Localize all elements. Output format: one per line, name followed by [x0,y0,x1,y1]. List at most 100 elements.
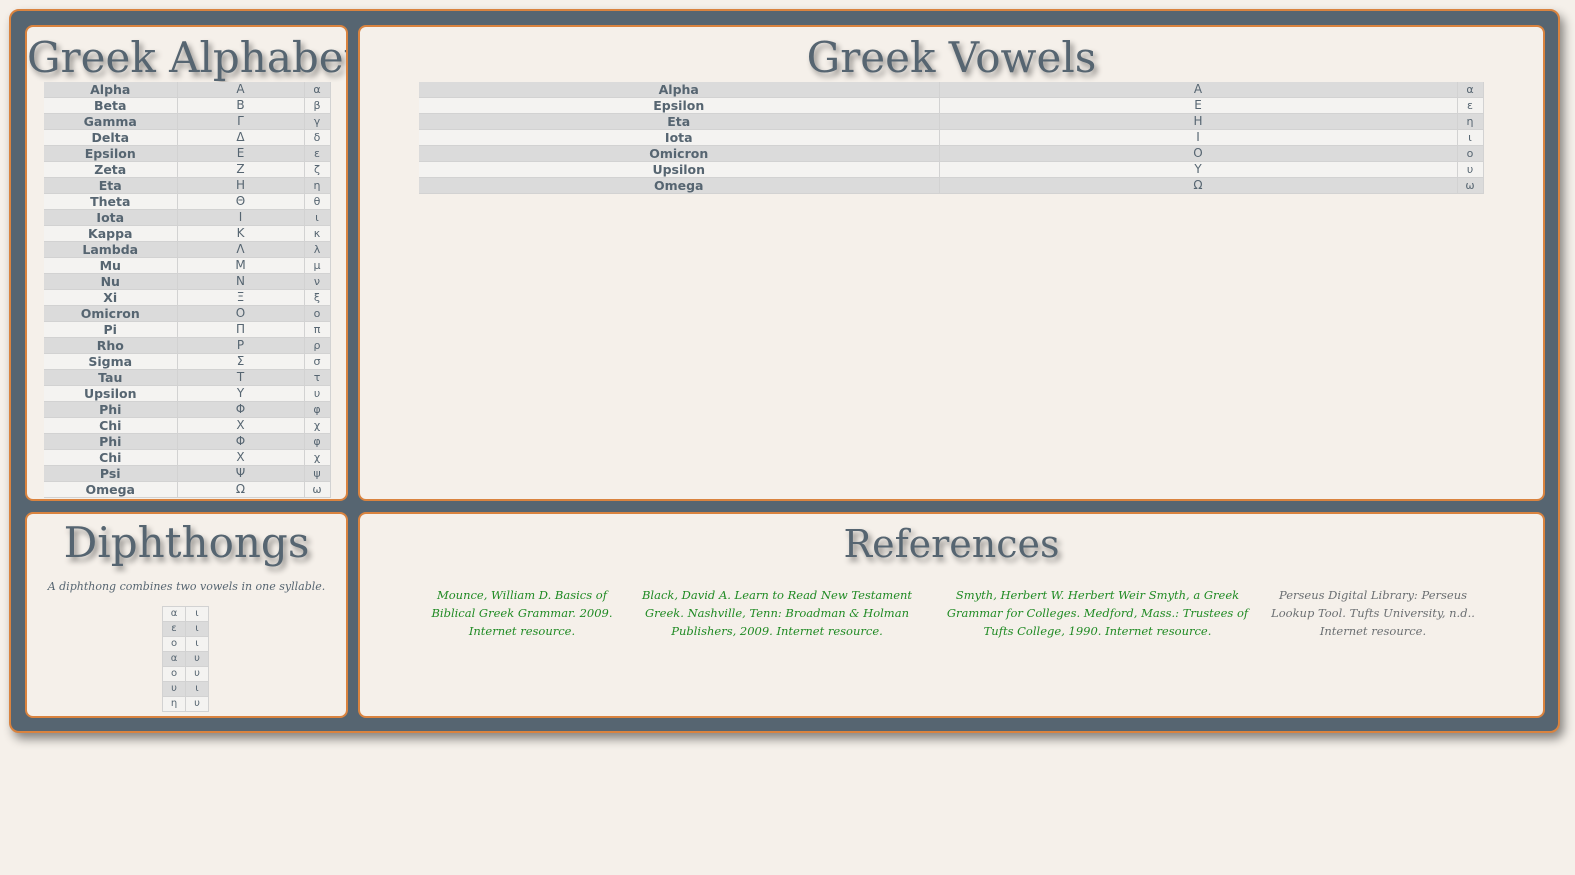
lowercase-letter: ο [304,305,331,322]
diphthong-second-vowel: υ [185,666,209,682]
diphthong-row: ει [162,621,209,637]
letter-row: Theta Θθ [44,193,331,210]
diphthong-first-vowel: ε [162,621,186,637]
letter-row: Omega Ωω [419,177,1484,194]
letter-name: Omega [419,177,940,194]
diphthong-row: υι [162,681,209,697]
letter-name: Kappa [44,225,178,242]
greek-vowels-panel: Greek Vowels Alpha Αα Epsilon Εε Eta Ηη Iota Ιι… [358,25,1545,501]
letter-name: Delta [44,129,178,146]
uppercase-letter: Ψ [177,465,305,482]
diphthong-row: αυ [162,651,209,667]
letter-name: Phi [44,433,178,450]
uppercase-letter: Ο [177,305,305,322]
greek-alphabet-panel: Greek Alphabet Alpha Αα Beta Ββ Gamma Γγ Delta… [25,25,348,501]
lowercase-letter: τ [304,369,331,386]
diphthong-first-vowel: υ [162,681,186,697]
lowercase-letter: ε [1457,97,1484,114]
lowercase-letter: θ [304,193,331,210]
letter-row: Nu Νν [44,273,331,290]
lowercase-letter: ο [1457,145,1484,162]
diphthong-second-vowel: υ [185,651,209,667]
letter-name: Iota [419,129,940,146]
lowercase-letter: ξ [304,289,331,306]
letter-name: Sigma [44,353,178,370]
lowercase-letter: η [304,177,331,194]
letter-name: Epsilon [44,145,178,162]
lowercase-letter: υ [304,385,331,402]
uppercase-letter: Τ [177,369,305,386]
reference-link-smyth[interactable]: Smyth, Herbert W. Herbert Weir Smyth, a … [935,586,1260,640]
uppercase-letter: Λ [177,241,305,258]
letter-row: Epsilon Εε [44,145,331,162]
lowercase-letter: ζ [304,161,331,178]
lowercase-letter: κ [304,225,331,242]
letter-name: Theta [44,193,178,210]
uppercase-letter: Ω [177,481,305,498]
lowercase-letter: ω [1457,177,1484,194]
uppercase-letter: Ζ [177,161,305,178]
letter-row: Iota Ιι [44,209,331,226]
letter-row: Epsilon Εε [419,97,1484,114]
letter-name: Epsilon [419,97,940,114]
uppercase-letter: Θ [177,193,305,210]
letter-row: Eta Ηη [419,113,1484,130]
letter-name: Zeta [44,161,178,178]
uppercase-letter: Υ [939,161,1458,178]
references-title: References [843,522,1060,566]
uppercase-letter: Ο [939,145,1458,162]
letter-name: Mu [44,257,178,274]
letter-name: Alpha [419,82,940,98]
letter-row: Eta Ηη [44,177,331,194]
lowercase-letter: ι [1457,129,1484,146]
references-panel: References Mounce, William D. Basics of … [358,512,1545,718]
lowercase-letter: π [304,321,331,338]
letter-name: Upsilon [419,161,940,178]
diphthong-second-vowel: υ [185,696,209,712]
letter-row: Mu Μμ [44,257,331,274]
letter-row: Omicron Οο [419,145,1484,162]
letter-row: Phi Φφ [44,433,331,450]
letter-name: Nu [44,273,178,290]
letter-row: Omicron Οο [44,305,331,322]
letter-name: Beta [44,97,178,114]
diphthong-row: ου [162,666,209,682]
lowercase-letter: φ [304,401,331,418]
reference-link-black[interactable]: Black, David A. Learn to Read New Testam… [632,586,922,640]
lowercase-letter: ι [304,209,331,226]
diphthong-first-vowel: η [162,696,186,712]
uppercase-letter: Ρ [177,337,305,354]
letter-name: Eta [44,177,178,194]
uppercase-letter: Υ [177,385,305,402]
lowercase-letter: ρ [304,337,331,354]
letter-row: Zeta Ζζ [44,161,331,178]
lowercase-letter: υ [1457,161,1484,178]
uppercase-letter: Χ [177,449,305,466]
uppercase-letter: Σ [177,353,305,370]
reference-link-mounce[interactable]: Mounce, William D. Basics of Biblical Gr… [422,586,622,640]
uppercase-letter: Η [177,177,305,194]
lowercase-letter: ω [304,481,331,498]
letter-name: Alpha [44,82,178,98]
lowercase-letter: μ [304,257,331,274]
reference-perseus: Perseus Digital Library: Perseus Lookup … [1271,588,1475,638]
letter-row: Chi Χχ [44,417,331,434]
letter-row: Sigma Σσ [44,353,331,370]
uppercase-letter: Μ [177,257,305,274]
lowercase-letter: ε [304,145,331,162]
letter-row: Tau Ττ [44,369,331,386]
letter-row: Alpha Αα [44,82,331,98]
diphthongs-description: A diphthong combines two vowels in one s… [47,580,326,593]
diphthongs-title: Diphthongs [63,518,310,567]
lowercase-letter: ψ [304,465,331,482]
letter-row: Xi Ξξ [44,289,331,306]
uppercase-letter: Χ [177,417,305,434]
uppercase-letter: Δ [177,129,305,146]
diphthong-second-vowel: ι [185,636,209,652]
uppercase-letter: Α [177,82,305,98]
uppercase-letter: Ξ [177,289,305,306]
lowercase-letter: γ [304,113,331,130]
letter-name: Chi [44,417,178,434]
letter-name: Phi [44,401,178,418]
uppercase-letter: Η [939,113,1458,130]
